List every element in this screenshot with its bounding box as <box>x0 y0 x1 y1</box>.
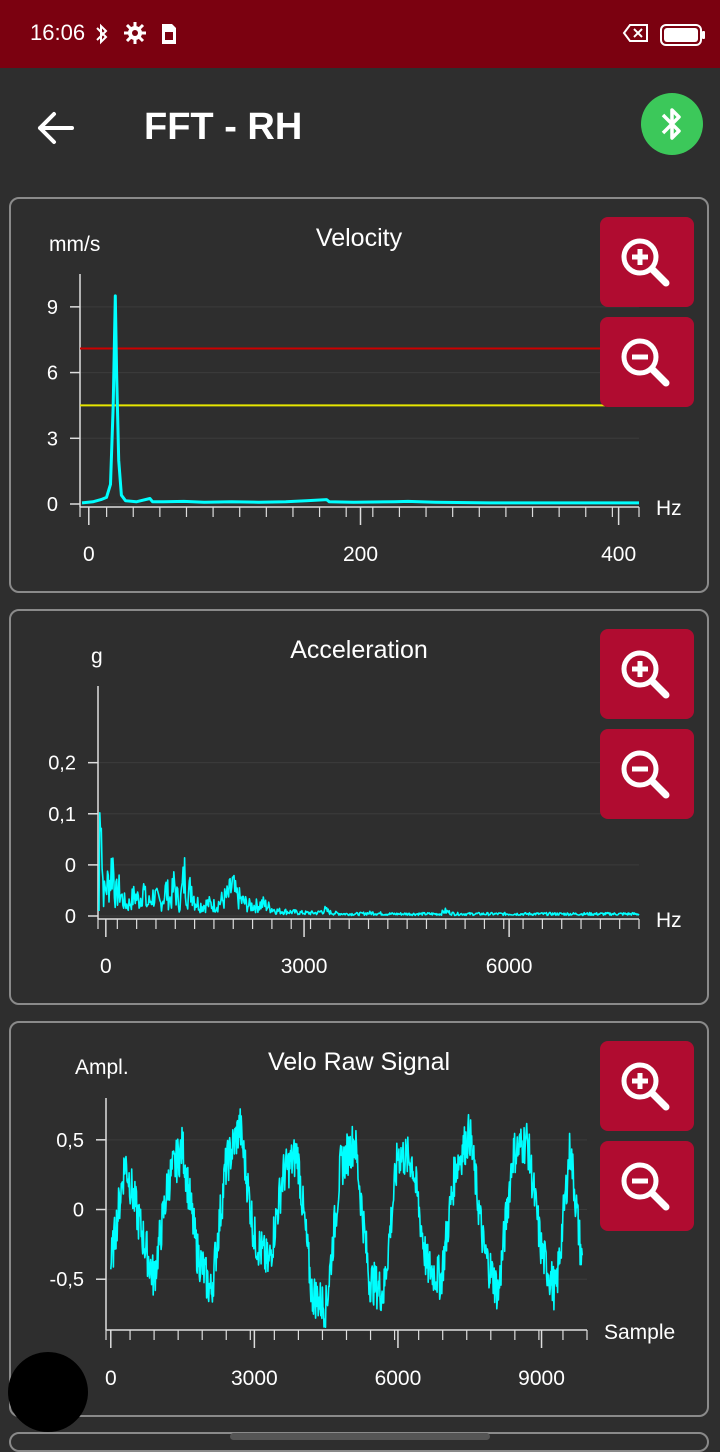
y-axis-unit-velocity: mm/s <box>49 233 101 256</box>
y-tick-label: -0,5 <box>50 1269 84 1291</box>
x-tick-label: 0 <box>100 955 112 978</box>
acceleration-card: 0 0 0,1 0,2 0 3000 6000 Acceleration g Hz <box>9 609 709 1005</box>
x-axis-unit-raw-signal: Sample <box>604 1321 676 1344</box>
back-arrow-icon[interactable] <box>34 106 78 150</box>
raw-signal-card: -0,5 0 0,5 0 3000 6000 9000 Velo Raw Signal Am… <box>9 1021 709 1417</box>
x-tick-label: 3000 <box>281 955 328 978</box>
y-tick-label: 0 <box>73 1200 84 1222</box>
x-tick-label: 0 <box>105 1367 117 1390</box>
series-line <box>110 1108 583 1329</box>
y-axis-unit-acceleration: g <box>91 645 103 668</box>
x-axis-unit-velocity: Hz <box>656 497 682 520</box>
zoom-in-button-velocity[interactable] <box>600 217 694 307</box>
battery-icon <box>660 24 705 46</box>
y-axis-unit-raw-signal: Ampl. <box>75 1056 129 1079</box>
settings-status-icon <box>124 22 146 44</box>
y-tick-label: 3 <box>47 428 58 450</box>
app-bar: FFT - RH <box>0 68 720 190</box>
y-tick-label: 0,1 <box>48 804 76 826</box>
y-tick-label: 9 <box>47 297 58 319</box>
zoom-in-icon <box>621 238 670 287</box>
y-tick-label: 6 <box>47 363 58 385</box>
x-tick-label: 3000 <box>231 1367 278 1390</box>
x-tick-label: 400 <box>601 543 636 566</box>
bluetooth-icon <box>661 108 681 140</box>
scroll-indicator <box>230 1433 490 1440</box>
zoom-out-icon <box>621 750 670 799</box>
y-tick-label: 0 <box>47 494 58 516</box>
zoom-in-button-acceleration[interactable] <box>600 629 694 719</box>
y-tick-label: 0,5 <box>56 1130 84 1152</box>
x-axis-unit-acceleration: Hz <box>656 909 682 932</box>
zoom-in-button-raw-signal[interactable] <box>600 1041 694 1131</box>
sim-status-icon <box>162 24 176 44</box>
bluetooth-button[interactable] <box>641 93 703 155</box>
zoom-in-icon <box>621 1062 670 1111</box>
no-signal-icon <box>622 24 648 42</box>
page-title: FFT - RH <box>144 106 303 148</box>
status-bar: 16:06 <box>0 0 720 68</box>
zoom-out-button-velocity[interactable] <box>600 317 694 407</box>
x-tick-label: 6000 <box>486 955 533 978</box>
floating-button[interactable] <box>8 1352 88 1432</box>
x-tick-label: 0 <box>83 543 95 566</box>
zoom-out-button-acceleration[interactable] <box>600 729 694 819</box>
zoom-out-icon <box>621 338 670 387</box>
x-tick-label: 200 <box>343 543 378 566</box>
bluetooth-status-icon <box>96 23 108 45</box>
zoom-in-icon <box>621 650 670 699</box>
status-time: 16:06 <box>30 20 86 45</box>
y-tick-label: 0,2 <box>48 753 76 775</box>
velocity-card: 0 3 6 9 0 200 400 Velocity mm/s Hz <box>9 197 709 593</box>
y-tick-label: 0 <box>65 855 76 877</box>
x-tick-label: 6000 <box>375 1367 422 1390</box>
zoom-out-icon <box>621 1162 670 1211</box>
y-tick-label: 0 <box>65 906 76 928</box>
series-line <box>81 294 639 505</box>
x-tick-label: 9000 <box>518 1367 565 1390</box>
zoom-out-button-raw-signal[interactable] <box>600 1141 694 1231</box>
series-line <box>98 812 640 917</box>
